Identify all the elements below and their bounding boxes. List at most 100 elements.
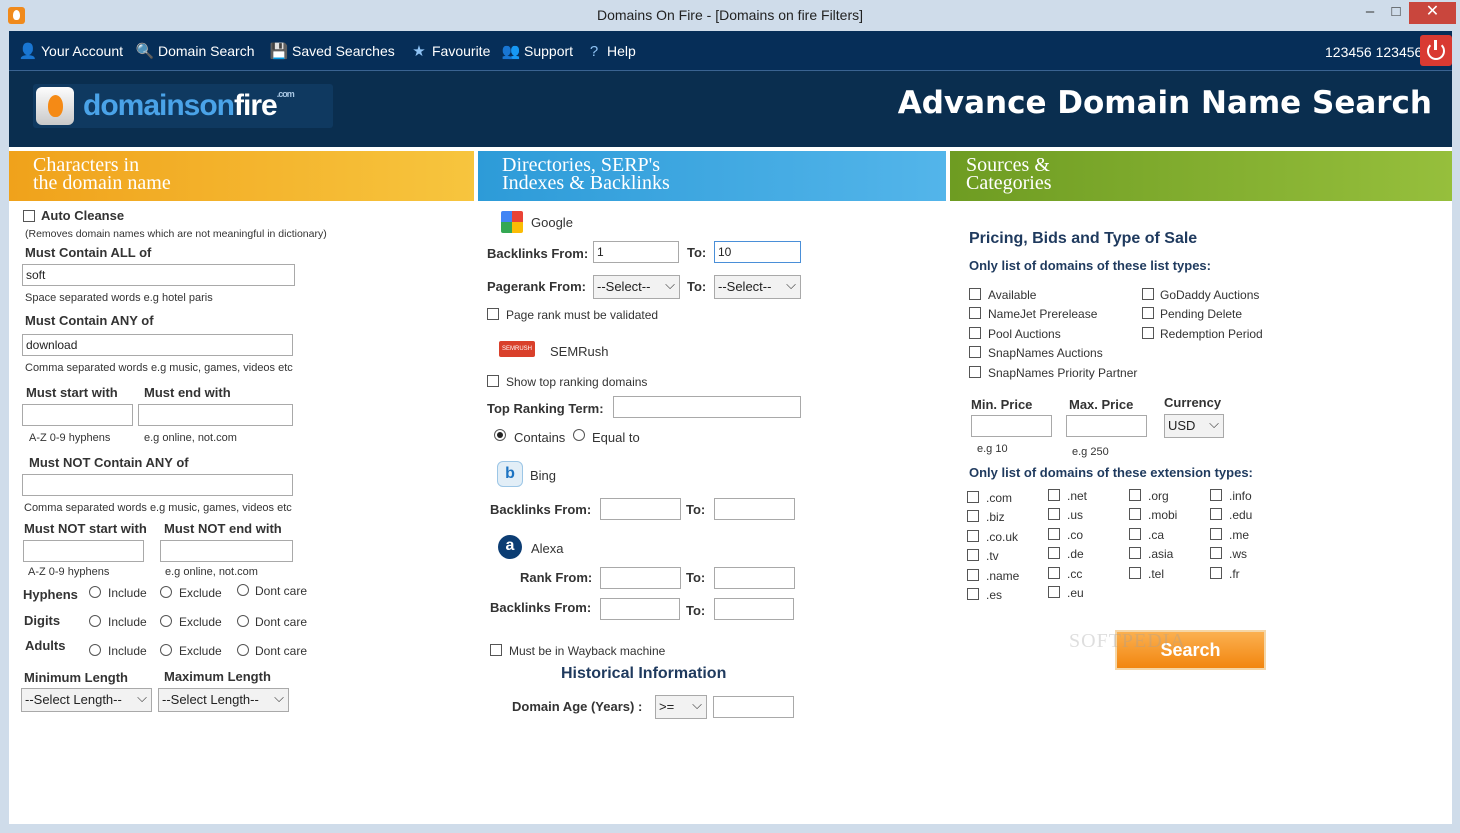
min-length-select[interactable]: --Select Length-- [21,688,152,712]
max-price-input[interactable] [1066,415,1147,437]
ext-mobi-checkbox[interactable] [1129,508,1141,520]
nav-favourite[interactable]: ★ Favourite [410,41,490,61]
must-start-input[interactable] [22,404,133,426]
hyphens-dontcare-radio[interactable] [237,584,249,596]
listtype-pool-checkbox[interactable] [969,327,981,339]
pricing-heading: Pricing, Bids and Type of Sale [969,230,1198,247]
google-backlinks-from-input[interactable]: 1 [593,241,679,263]
show-top-ranking-checkbox[interactable] [487,375,499,387]
ext-ws-label: .ws [1229,547,1247,561]
alexa-rank-from-input[interactable] [600,567,681,589]
listtype-pending-delete-checkbox[interactable] [1142,307,1154,319]
hyphens-include-radio[interactable] [89,586,101,598]
minimize-button[interactable]: – [1355,2,1385,24]
ext-cc-checkbox[interactable] [1048,567,1060,579]
ext-com-checkbox[interactable] [967,491,979,503]
adults-include-label: Include [108,644,147,658]
ext-eu-checkbox[interactable] [1048,586,1060,598]
bing-backlinks-to-input[interactable] [714,498,795,520]
ext-de-checkbox[interactable] [1048,547,1060,559]
top-ranking-term-input[interactable] [613,396,801,418]
listtype-namejet-checkbox[interactable] [969,307,981,319]
ext-us-checkbox[interactable] [1048,508,1060,520]
min-price-input[interactable] [971,415,1052,437]
ext-tel-checkbox[interactable] [1129,567,1141,579]
must-contain-all-label: Must Contain ALL of [25,245,152,260]
ext-asia-checkbox[interactable] [1129,547,1141,559]
max-length-select[interactable]: --Select Length-- [158,688,289,712]
must-not-end-hint: e.g online, not.com [165,566,258,578]
nav-support[interactable]: 👥 Support [502,41,573,61]
listtype-redemption-checkbox[interactable] [1142,327,1154,339]
must-end-input[interactable] [138,404,293,426]
user-icon: 👤 [18,43,38,60]
auto-cleanse-checkbox[interactable] [23,210,35,222]
must-not-start-input[interactable] [23,540,144,562]
nav-your-account[interactable]: 👤 Your Account [19,41,123,61]
alexa-backlinks-to-input[interactable] [714,598,794,620]
ext-org-label: .org [1148,489,1169,503]
ext-info-checkbox[interactable] [1210,489,1222,501]
ext-org-checkbox[interactable] [1129,489,1141,501]
digits-dontcare-radio[interactable] [237,615,249,627]
ext-edu-checkbox[interactable] [1210,508,1222,520]
ext-biz-checkbox[interactable] [967,510,979,522]
hyphens-dontcare-label: Dont care [255,584,308,598]
close-window-button[interactable]: ✕ [1409,2,1456,24]
bing-backlinks-from-input[interactable] [600,498,681,520]
filter-form: Characters in the domain name Directories… [9,147,1452,824]
ext-es-checkbox[interactable] [967,588,979,600]
power-logout-button[interactable] [1420,35,1452,66]
ext-couk-checkbox[interactable] [967,530,979,542]
nav-domain-search[interactable]: 🔍 Domain Search [136,41,255,61]
listtype-snapnames-priority-checkbox[interactable] [969,366,981,378]
flame-logo-icon [36,87,74,125]
ext-ca-checkbox[interactable] [1129,528,1141,540]
ext-couk-label: .co.uk [986,530,1019,544]
ext-co-checkbox[interactable] [1048,528,1060,540]
hyphens-exclude-radio[interactable] [160,586,172,598]
listtype-available-checkbox[interactable] [969,288,981,300]
listtype-pool-label: Pool Auctions [988,327,1061,341]
pagerank-to-select[interactable]: --Select-- [714,275,801,299]
ext-name-checkbox[interactable] [967,569,979,581]
digits-label: Digits [24,613,61,628]
wayback-checkbox[interactable] [490,644,502,656]
must-contain-all-input[interactable]: soft [22,264,295,286]
pagerank-from-select[interactable]: --Select-- [593,275,680,299]
contains-radio[interactable] [494,429,506,441]
listtype-snapnames-checkbox[interactable] [969,346,981,358]
ext-net-checkbox[interactable] [1048,489,1060,501]
equal-to-radio[interactable] [573,429,585,441]
adults-include-radio[interactable] [89,644,101,656]
must-end-label: Must end with [144,385,231,400]
ext-fr-checkbox[interactable] [1210,567,1222,579]
must-contain-any-input[interactable]: download [22,334,293,356]
adults-dontcare-radio[interactable] [237,644,249,656]
must-not-end-input[interactable] [160,540,293,562]
alexa-rank-to-input[interactable] [714,567,795,589]
adults-exclude-radio[interactable] [160,644,172,656]
nav-help[interactable]: ? Help [585,41,636,61]
google-backlinks-to-input[interactable]: 10 [714,241,801,263]
domain-age-input[interactable] [713,696,794,718]
pagerank-to-label: To: [687,279,707,294]
ext-tv-checkbox[interactable] [967,549,979,561]
domain-age-operator-select[interactable]: >= [655,695,707,719]
digits-include-radio[interactable] [89,615,101,627]
nav-saved-searches[interactable]: 💾 Saved Searches [270,41,395,61]
bing-logo-icon: b [497,461,523,487]
listtype-godaddy-checkbox[interactable] [1142,288,1154,300]
ext-ws-checkbox[interactable] [1210,547,1222,559]
maximize-button[interactable]: □ [1383,2,1409,24]
ext-me-label: .me [1229,528,1250,542]
alexa-rank-to-label: To: [686,570,706,585]
pagerank-validated-checkbox[interactable] [487,308,499,320]
digits-exclude-radio[interactable] [160,615,172,627]
ext-asia-label: .asia [1148,547,1174,561]
currency-select[interactable]: USD [1164,414,1224,438]
must-not-contain-input[interactable] [22,474,293,496]
ext-me-checkbox[interactable] [1210,528,1222,540]
alexa-backlinks-from-input[interactable] [600,598,680,620]
semrush-logo-icon: SEMRUSH [499,341,535,357]
